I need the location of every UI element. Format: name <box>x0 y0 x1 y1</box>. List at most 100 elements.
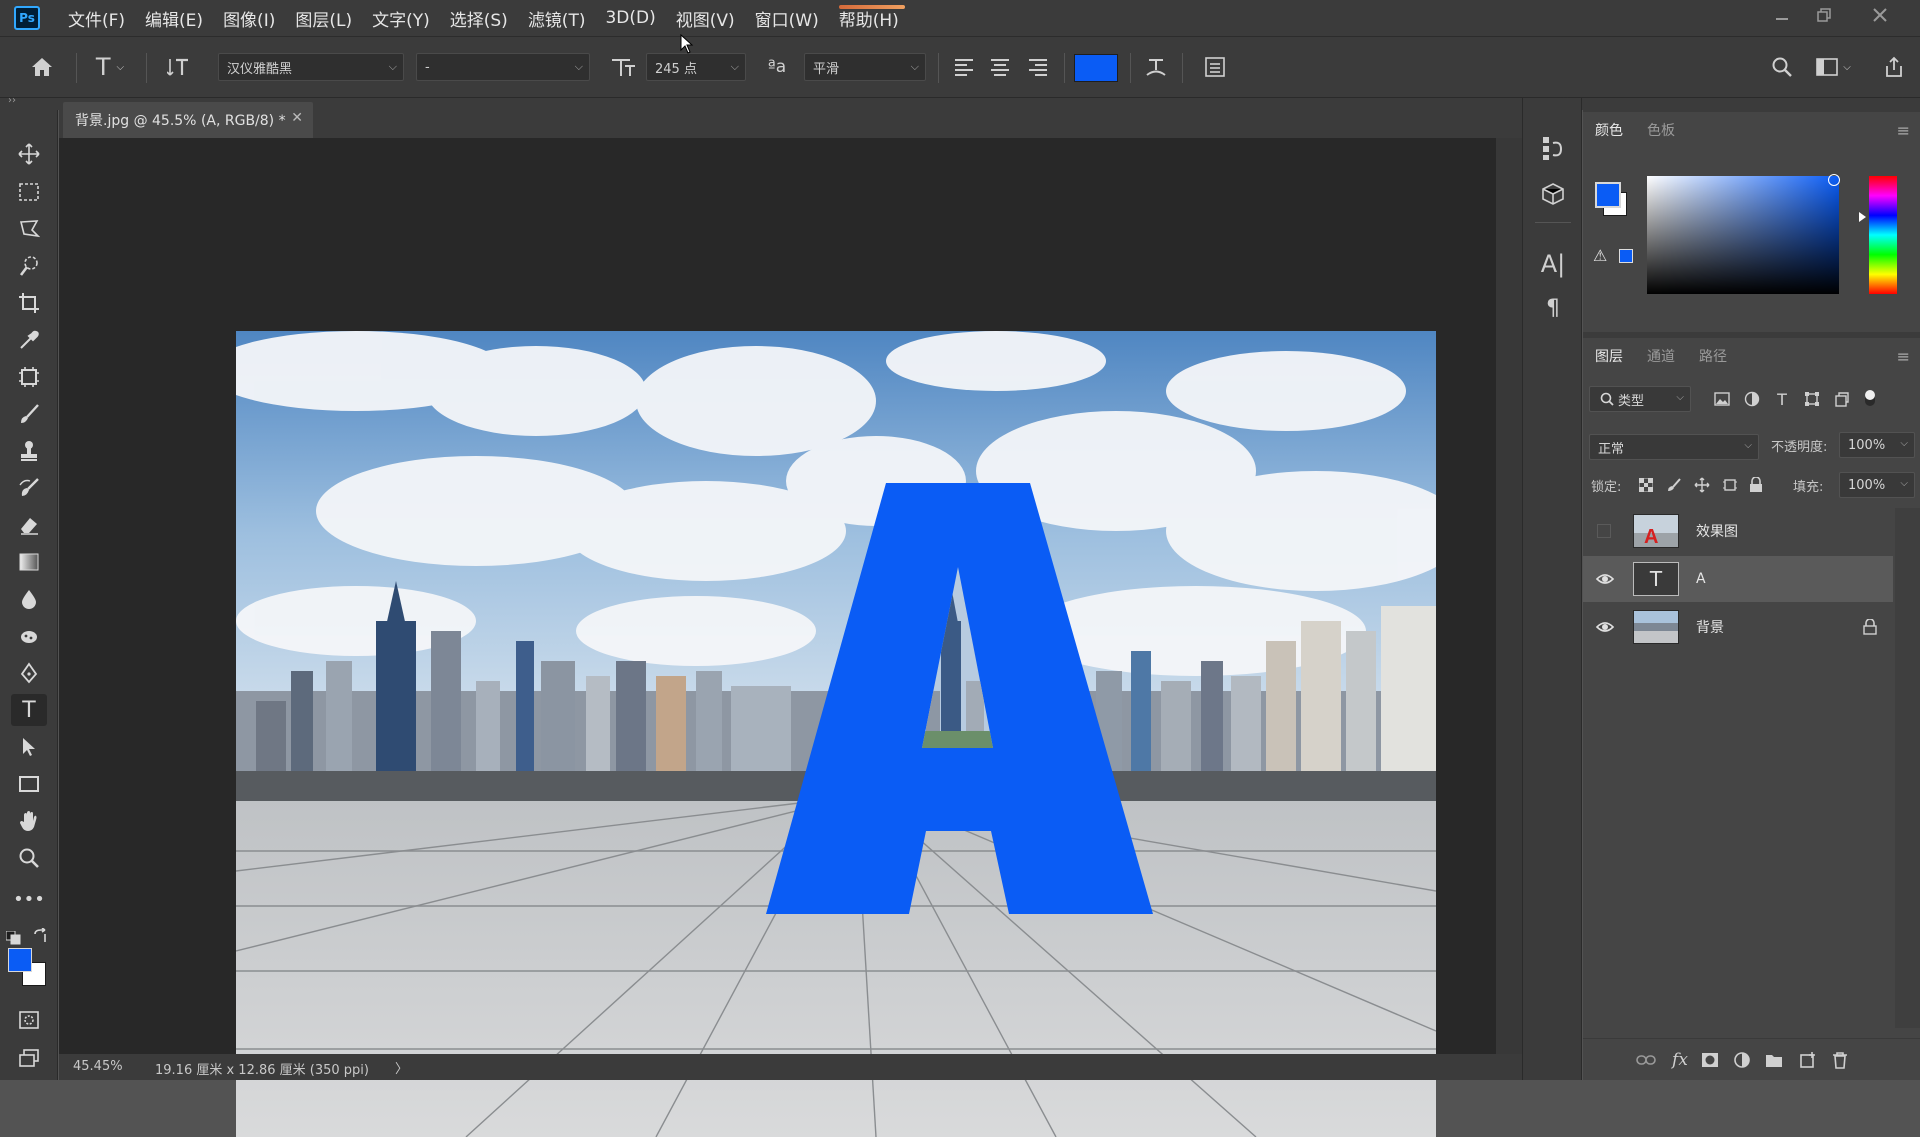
text-color-swatch[interactable] <box>1074 54 1118 82</box>
hand-tool[interactable] <box>11 805 47 837</box>
panel-menu-icon[interactable]: ≡ <box>1897 347 1910 366</box>
tab-layers[interactable]: 图层 <box>1583 338 1635 374</box>
share-button[interactable] <box>1878 51 1910 83</box>
align-right-button[interactable] <box>1022 51 1054 83</box>
filter-smart-objects-button[interactable] <box>1831 388 1853 410</box>
quick-mask-button[interactable] <box>11 1004 47 1036</box>
filter-pixel-layers-button[interactable] <box>1711 388 1733 410</box>
opacity-field[interactable]: 100% ⌵ <box>1839 432 1915 458</box>
screen-mode-button[interactable] <box>11 1042 47 1074</box>
expand-toolbar-icon[interactable]: ›› <box>8 95 16 106</box>
warp-text-button[interactable] <box>1140 51 1172 83</box>
type-tool-preset-button[interactable]: T ⌵ <box>88 51 132 83</box>
foreground-color-swatch[interactable] <box>8 948 32 972</box>
gradient-tool[interactable] <box>11 546 47 578</box>
lock-artboard-button[interactable] <box>1719 474 1741 496</box>
lasso-tool[interactable] <box>11 213 47 245</box>
document-canvas[interactable]: A <box>236 331 1436 1137</box>
menu-file[interactable]: 文件(F) <box>58 0 135 36</box>
new-adjustment-layer-button[interactable] <box>1731 1049 1753 1071</box>
minimize-button[interactable] <box>1762 0 1802 30</box>
filter-adjustment-layers-button[interactable] <box>1741 388 1763 410</box>
filter-shape-layers-button[interactable] <box>1801 388 1823 410</box>
align-center-button[interactable] <box>984 51 1016 83</box>
pen-tool[interactable] <box>11 657 47 689</box>
menu-layer[interactable]: 图层(L) <box>285 0 362 36</box>
brush-tool[interactable] <box>11 398 47 430</box>
eyedropper-tool[interactable] <box>11 324 47 356</box>
hue-slider[interactable] <box>1869 176 1897 294</box>
paragraph-panel-button[interactable]: ¶ <box>1537 292 1569 324</box>
menu-window[interactable]: 窗口(W) <box>745 0 829 36</box>
crop-tool[interactable] <box>11 287 47 319</box>
color-panel-foreground-swatch[interactable] <box>1595 182 1621 208</box>
more-tools-button[interactable]: ••• <box>11 883 47 915</box>
layer-name[interactable]: 背景 <box>1696 617 1724 637</box>
default-colors-button[interactable] <box>5 930 22 945</box>
menu-type[interactable]: 文字(Y) <box>362 0 440 36</box>
lock-position-button[interactable] <box>1691 474 1713 496</box>
filter-toggle[interactable] <box>1865 390 1875 406</box>
font-size-select[interactable]: 245 点 ⌵ <box>646 53 746 81</box>
menu-filter[interactable]: 滤镜(T) <box>518 0 596 36</box>
menu-3d[interactable]: 3D(D) <box>595 0 665 36</box>
marquee-tool[interactable] <box>11 176 47 208</box>
dodge-tool[interactable] <box>11 620 47 652</box>
blend-mode-select[interactable]: 正常 ⌵ <box>1589 434 1759 460</box>
lock-image-pixels-button[interactable] <box>1663 474 1685 496</box>
zoom-level[interactable]: 45.45% <box>73 1059 123 1074</box>
menu-select[interactable]: 选择(S) <box>440 0 518 36</box>
eye-icon[interactable] <box>1595 617 1615 637</box>
align-left-button[interactable] <box>948 51 980 83</box>
new-layer-button[interactable] <box>1797 1049 1819 1071</box>
tab-color[interactable]: 颜色 <box>1583 112 1635 148</box>
history-brush-tool[interactable] <box>11 472 47 504</box>
home-button[interactable] <box>24 51 60 83</box>
visibility-toggle-off[interactable] <box>1597 524 1611 538</box>
antialias-select[interactable]: 平滑 ⌵ <box>804 53 926 81</box>
frame-tool[interactable] <box>11 361 47 393</box>
filter-type-layers-button[interactable]: T <box>1771 388 1793 410</box>
lock-transparent-pixels-button[interactable] <box>1635 474 1657 496</box>
workspace-button[interactable]: ⌵ <box>1810 51 1856 83</box>
layer-name[interactable]: A <box>1696 571 1706 587</box>
status-menu-arrow[interactable]: 〉 <box>395 1058 408 1077</box>
toggle-text-orientation-button[interactable] <box>162 51 196 83</box>
canvas-area[interactable]: A <box>59 138 1496 1137</box>
delete-layer-button[interactable] <box>1829 1049 1851 1071</box>
lock-all-button[interactable] <box>1745 474 1767 496</box>
menu-help[interactable]: 帮助(H) <box>829 0 909 36</box>
web-safe-color-swatch[interactable] <box>1619 249 1633 263</box>
character-panel-button[interactable] <box>1198 51 1232 83</box>
layer-name[interactable]: 效果图 <box>1696 521 1738 541</box>
layer-row-background[interactable]: 背景 <box>1583 604 1893 650</box>
eraser-tool[interactable] <box>11 509 47 541</box>
path-selection-tool[interactable] <box>11 731 47 763</box>
zoom-tool[interactable] <box>11 842 47 874</box>
quick-selection-tool[interactable] <box>11 250 47 282</box>
character-panel-icon-button[interactable]: A| <box>1537 248 1569 280</box>
font-family-select[interactable]: 汉仪雅酷黑 ⌵ <box>218 53 404 81</box>
add-layer-style-button[interactable]: fx <box>1669 1049 1691 1071</box>
tab-paths[interactable]: 路径 <box>1687 338 1739 374</box>
hue-slider-handle[interactable] <box>1859 212 1866 222</box>
link-layers-button[interactable] <box>1635 1049 1657 1071</box>
layers-scrollbar[interactable] <box>1895 508 1920 1028</box>
document-tab[interactable]: 背景.jpg @ 45.5% (A, RGB/8) * ✕ <box>63 102 313 138</box>
layer-row-effect[interactable]: A 效果图 <box>1583 508 1893 554</box>
history-panel-button[interactable] <box>1537 132 1569 164</box>
menu-view[interactable]: 视图(V) <box>666 0 745 36</box>
rectangle-tool[interactable] <box>11 768 47 800</box>
restore-button[interactable] <box>1804 0 1844 30</box>
layer-filter-select[interactable]: 类型 ⌵ <box>1589 386 1691 412</box>
3d-panel-button[interactable] <box>1537 178 1569 210</box>
color-field[interactable] <box>1647 176 1839 294</box>
layer-row-text[interactable]: T A <box>1583 556 1893 602</box>
add-mask-button[interactable] <box>1699 1049 1721 1071</box>
color-picker-marker[interactable] <box>1828 174 1840 186</box>
panel-menu-icon[interactable]: ≡ <box>1897 121 1910 140</box>
out-of-gamut-warning-icon[interactable]: ⚠ <box>1593 246 1607 265</box>
swap-colors-button[interactable] <box>32 927 50 944</box>
font-style-select[interactable]: - ⌵ <box>416 53 590 81</box>
new-group-button[interactable] <box>1763 1049 1785 1071</box>
